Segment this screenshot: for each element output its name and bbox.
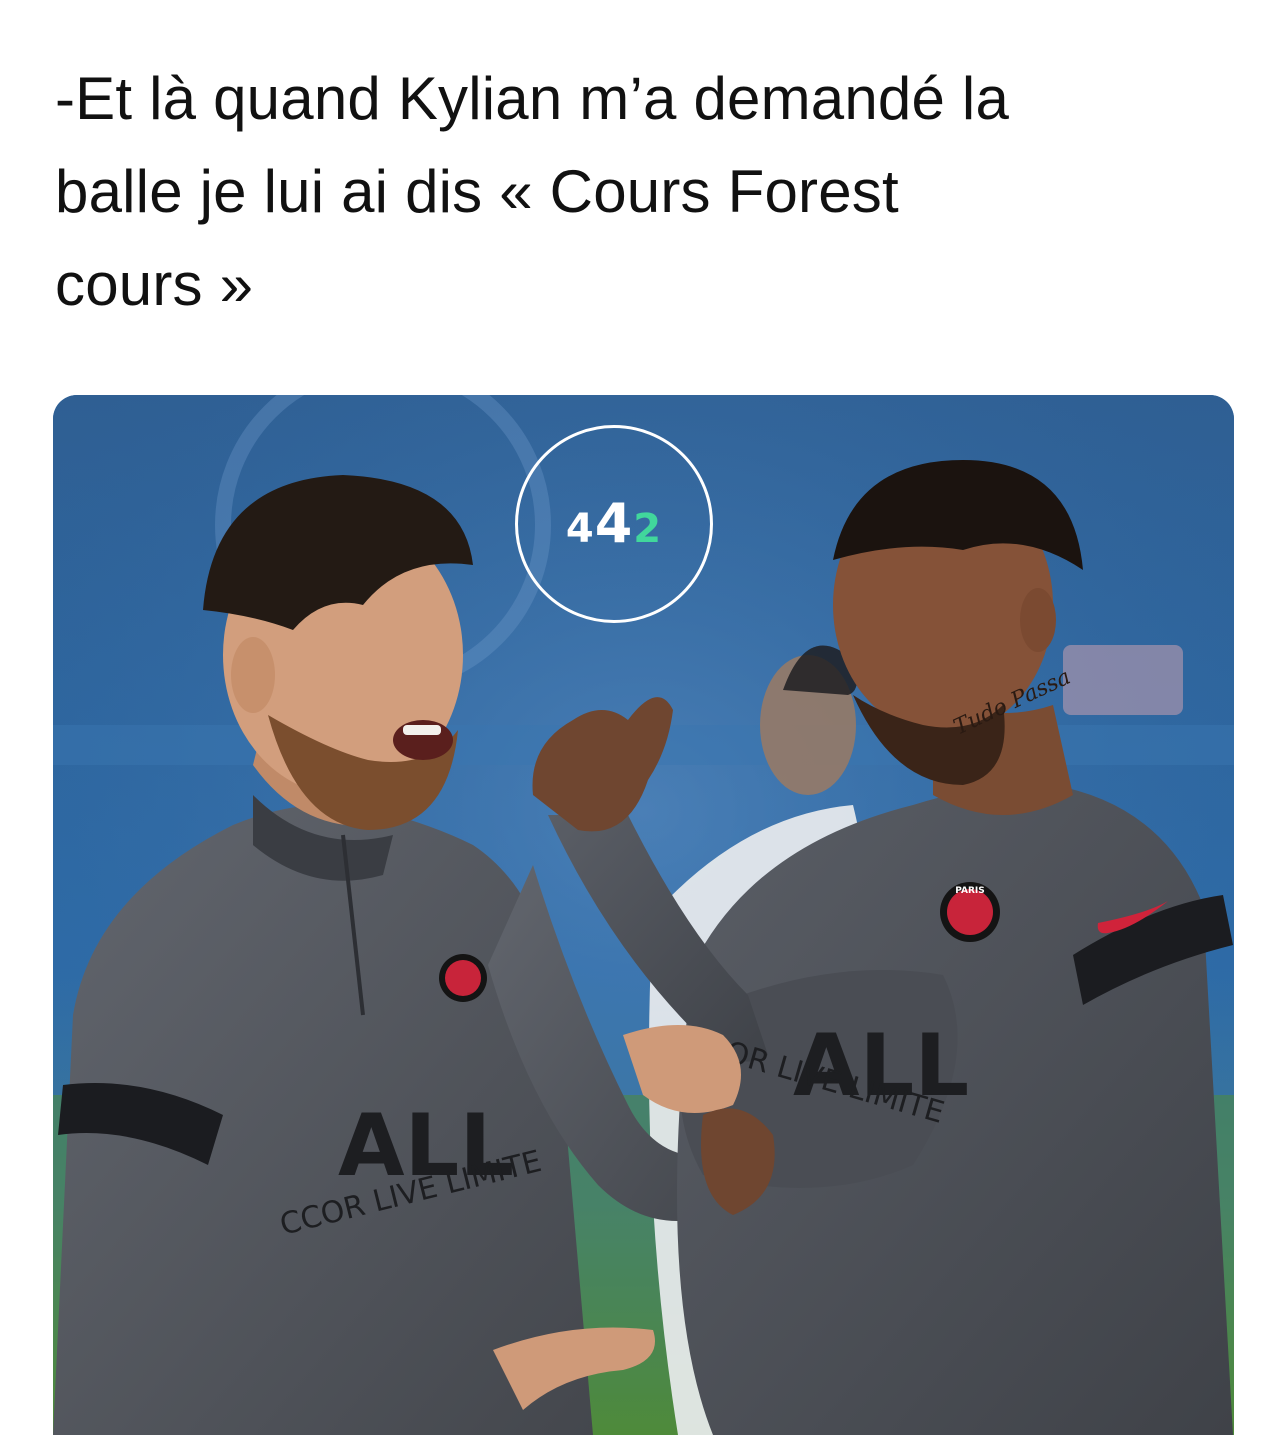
watermark-digit-1: 4 bbox=[565, 505, 595, 552]
watermark-logo-text: 442 bbox=[566, 492, 662, 555]
tweet-text-line: cours » bbox=[55, 251, 254, 318]
tweet-text-line: -Et là quand Kylian m’a demandé la bbox=[55, 65, 1010, 132]
watermark-digit-2: 4 bbox=[594, 491, 634, 555]
tweet-photo[interactable]: ALL CCOR LIVE LIMITE Tudo Passa PARIS AL… bbox=[53, 395, 1234, 1435]
post: -Et là quand Kylian m’a demandé la balle… bbox=[0, 0, 1287, 1435]
crest-text: PARIS bbox=[955, 886, 985, 896]
watermark-logo: 442 bbox=[515, 425, 713, 623]
tweet-text: -Et là quand Kylian m’a demandé la balle… bbox=[55, 52, 1205, 331]
tweet-text-line: balle je lui ai dis « Cours Forest bbox=[55, 158, 899, 225]
watermark-digit-3: 2 bbox=[633, 505, 663, 552]
